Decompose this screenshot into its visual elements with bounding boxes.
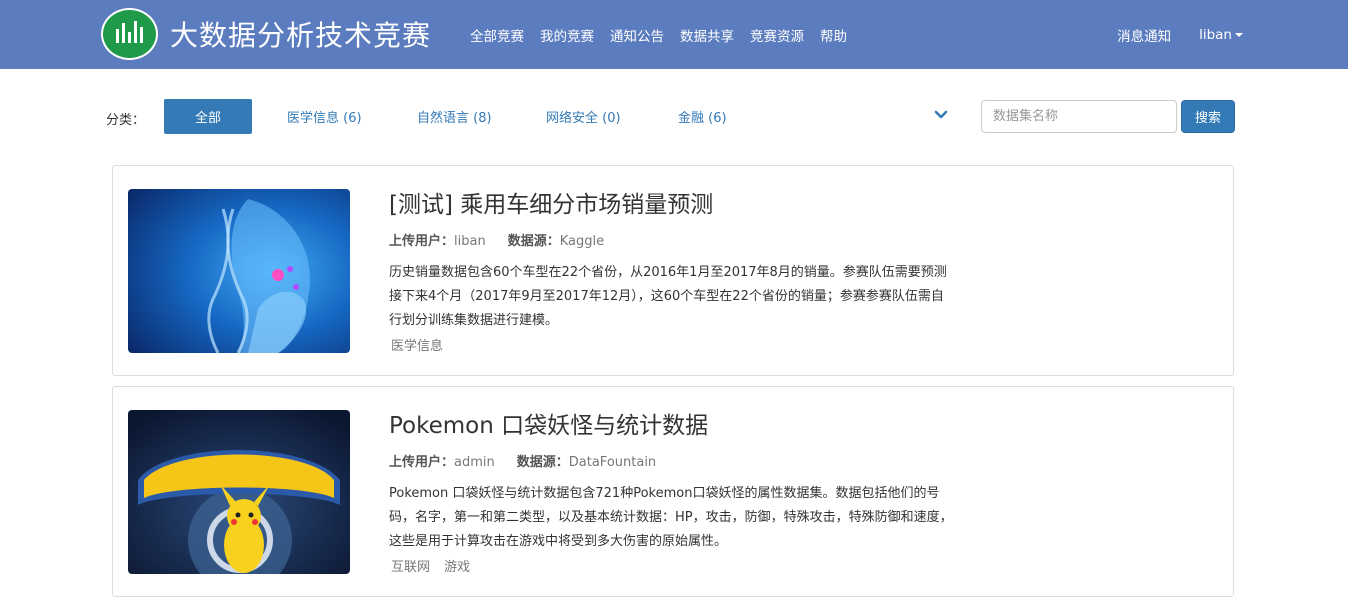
chevron-down-icon[interactable] bbox=[934, 108, 948, 122]
search-button[interactable]: 搜索 bbox=[1181, 100, 1235, 133]
notifications-link[interactable]: 消息通知 bbox=[1117, 25, 1171, 45]
category-finance[interactable]: 金融 (6) bbox=[678, 99, 727, 134]
category-security[interactable]: 网络安全 (0) bbox=[546, 99, 621, 134]
dataset-search-input[interactable] bbox=[981, 100, 1177, 133]
dataset-title[interactable]: Pokemon 口袋妖怪与统计数据 bbox=[389, 411, 959, 441]
medical-image bbox=[128, 189, 350, 353]
dataset-card: Pokemon 口袋妖怪与统计数据 上传用户：admin 数据源：DataFoun… bbox=[112, 386, 1234, 597]
dataset-tags: 互联网 游戏 bbox=[389, 556, 959, 575]
uploader-value: admin bbox=[454, 455, 495, 470]
dataset-meta: 上传用户：liban 数据源：Kaggle bbox=[389, 230, 959, 249]
filter-bar: 分类： 全部 医学信息 (6) 自然语言 (8) 网络安全 (0) 金融 (6)… bbox=[0, 99, 1348, 135]
top-navbar: 大数据分析技术竞赛 全部竞赛 我的竞赛 通知公告 数据共享 竞赛资源 帮助 消息… bbox=[0, 0, 1348, 69]
main-nav: 全部竞赛 我的竞赛 通知公告 数据共享 竞赛资源 帮助 bbox=[462, 0, 855, 69]
caret-down-icon bbox=[1235, 32, 1243, 37]
user-menu[interactable]: liban bbox=[1199, 27, 1243, 43]
dataset-thumbnail[interactable] bbox=[128, 410, 350, 574]
pokemon-image bbox=[128, 410, 350, 574]
user-nav: 消息通知 liban bbox=[1089, 0, 1243, 69]
nav-resources[interactable]: 竞赛资源 bbox=[750, 25, 804, 45]
dataset-description: Pokemon 口袋妖怪与统计数据包含721种Pokemon口袋妖怪的属性数据集… bbox=[389, 486, 953, 549]
category-medical[interactable]: 医学信息 (6) bbox=[287, 99, 362, 134]
nav-announcements[interactable]: 通知公告 bbox=[610, 25, 664, 45]
filter-label: 分类： bbox=[106, 113, 146, 128]
user-name: liban bbox=[1199, 26, 1232, 43]
source-value: DataFountain bbox=[568, 455, 657, 470]
tag[interactable]: 医学信息 bbox=[391, 339, 443, 354]
category-all[interactable]: 全部 bbox=[164, 99, 252, 134]
nav-help[interactable]: 帮助 bbox=[820, 25, 847, 45]
uploader-label: 上传用户： bbox=[389, 455, 455, 470]
dataset-info: [测试] 乘用车细分市场销量预测 上传用户：liban 数据源：Kaggle 历史… bbox=[389, 190, 959, 354]
category-nlp[interactable]: 自然语言 (8) bbox=[417, 99, 492, 134]
dataset-card: [测试] 乘用车细分市场销量预测 上传用户：liban 数据源：Kaggle 历史… bbox=[112, 165, 1234, 376]
nav-my-competitions[interactable]: 我的竞赛 bbox=[540, 25, 594, 45]
uploader-value: liban bbox=[454, 234, 486, 249]
dataset-title[interactable]: [测试] 乘用车细分市场销量预测 bbox=[389, 190, 959, 220]
tag[interactable]: 互联网 bbox=[391, 560, 430, 575]
source-label: 数据源： bbox=[507, 234, 560, 249]
source-label: 数据源： bbox=[516, 455, 569, 470]
competition-logo-icon bbox=[101, 8, 158, 60]
dataset-description: 历史销量数据包含60个车型在22个省份，从2016年1月至2017年8月的销量。… bbox=[389, 265, 947, 328]
tag[interactable]: 游戏 bbox=[444, 560, 470, 575]
source-value: Kaggle bbox=[559, 234, 605, 249]
uploader-label: 上传用户： bbox=[389, 234, 455, 249]
brand[interactable]: 大数据分析技术竞赛 bbox=[101, 8, 431, 60]
dataset-info: Pokemon 口袋妖怪与统计数据 上传用户：admin 数据源：DataFoun… bbox=[389, 411, 959, 575]
nav-all-competitions[interactable]: 全部竞赛 bbox=[470, 25, 524, 45]
dataset-thumbnail[interactable] bbox=[128, 189, 350, 353]
dataset-tags: 医学信息 bbox=[389, 335, 959, 354]
nav-data-sharing[interactable]: 数据共享 bbox=[680, 25, 734, 45]
dataset-meta: 上传用户：admin 数据源：DataFountain bbox=[389, 451, 959, 470]
brand-title: 大数据分析技术竞赛 bbox=[170, 19, 432, 52]
